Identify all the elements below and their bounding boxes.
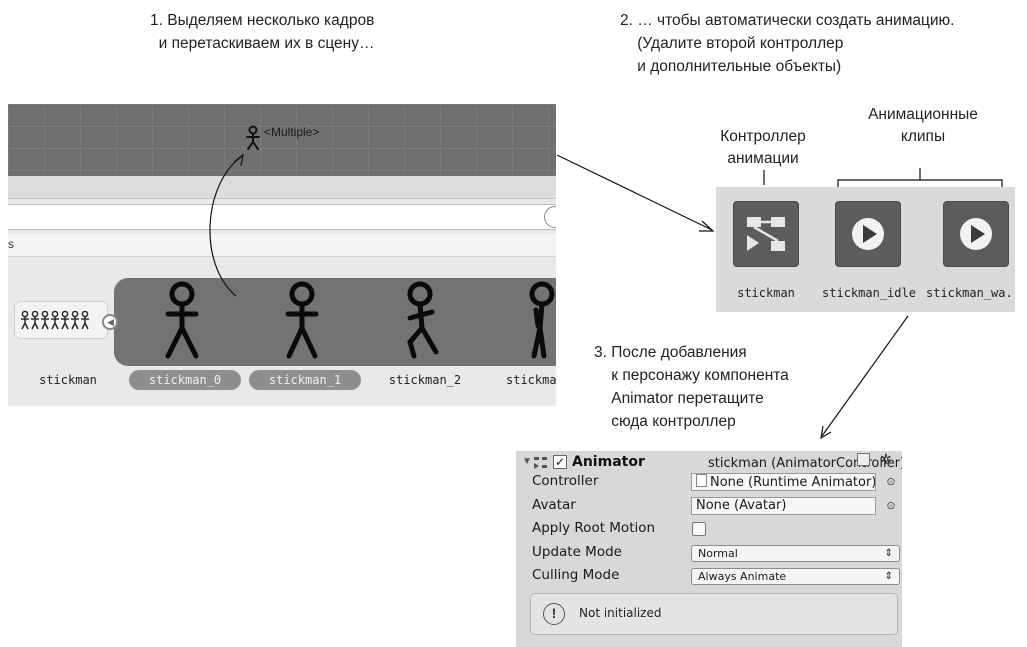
file-icon bbox=[696, 474, 707, 487]
animator-component-icon bbox=[534, 457, 547, 469]
animator-controller-icon bbox=[747, 217, 785, 251]
dropdown-arrows-icon: ⇕ bbox=[884, 571, 893, 582]
update-mode-select[interactable]: Normal ⇕ bbox=[691, 545, 900, 562]
avatar-label: Avatar bbox=[532, 497, 576, 513]
exclamation-icon: ! bbox=[543, 603, 565, 625]
controller-value: None (Runtime Animator) bbox=[710, 475, 876, 490]
project-assets-panel: stickman stickman_idle stickman_wa... bbox=[716, 187, 1015, 312]
asset-label-controller: stickman bbox=[737, 286, 795, 300]
asset-tile-walk[interactable] bbox=[943, 201, 1009, 267]
foldout-arrow-icon[interactable]: ▼ bbox=[522, 456, 532, 467]
object-picker-icon[interactable]: ⊙ bbox=[885, 500, 897, 512]
enabled-checkbox[interactable]: ✓ bbox=[553, 455, 567, 469]
update-mode-value: Normal bbox=[698, 547, 738, 560]
warning-text: Not initialized bbox=[579, 606, 662, 620]
play-icon bbox=[852, 218, 884, 250]
asset-tile-idle[interactable] bbox=[835, 201, 901, 267]
asset-label-idle: stickman_idle bbox=[822, 286, 916, 300]
apply-root-motion-checkbox[interactable] bbox=[692, 522, 706, 536]
culling-mode-value: Always Animate bbox=[698, 570, 787, 583]
culling-mode-label: Culling Mode bbox=[532, 567, 620, 583]
asset-tile-controller[interactable] bbox=[733, 201, 799, 267]
warning-helpbox: ! Not initialized bbox=[530, 593, 898, 635]
play-icon bbox=[960, 218, 992, 250]
help-icon[interactable] bbox=[857, 453, 870, 466]
avatar-field[interactable]: None (Avatar) bbox=[691, 497, 876, 515]
gear-icon[interactable]: ✲ bbox=[880, 451, 892, 468]
dropdown-arrows-icon: ⇕ bbox=[884, 548, 893, 559]
culling-mode-select[interactable]: Always Animate ⇕ bbox=[691, 568, 900, 585]
update-mode-label: Update Mode bbox=[532, 544, 622, 560]
asset-label-walk: stickman_wa... bbox=[926, 286, 1015, 300]
controller-field[interactable]: None (Runtime Animator) bbox=[691, 473, 876, 491]
controller-label: Controller bbox=[532, 473, 599, 489]
component-title: Animator bbox=[572, 454, 645, 470]
object-picker-icon[interactable]: ⊙ bbox=[885, 476, 897, 488]
inspector-animator-component: ▼ ✓ Animator stickman (AnimatorControlle… bbox=[516, 451, 902, 647]
apply-root-motion-label: Apply Root Motion bbox=[532, 520, 656, 536]
component-object-value: stickman (AnimatorController) bbox=[708, 456, 902, 471]
